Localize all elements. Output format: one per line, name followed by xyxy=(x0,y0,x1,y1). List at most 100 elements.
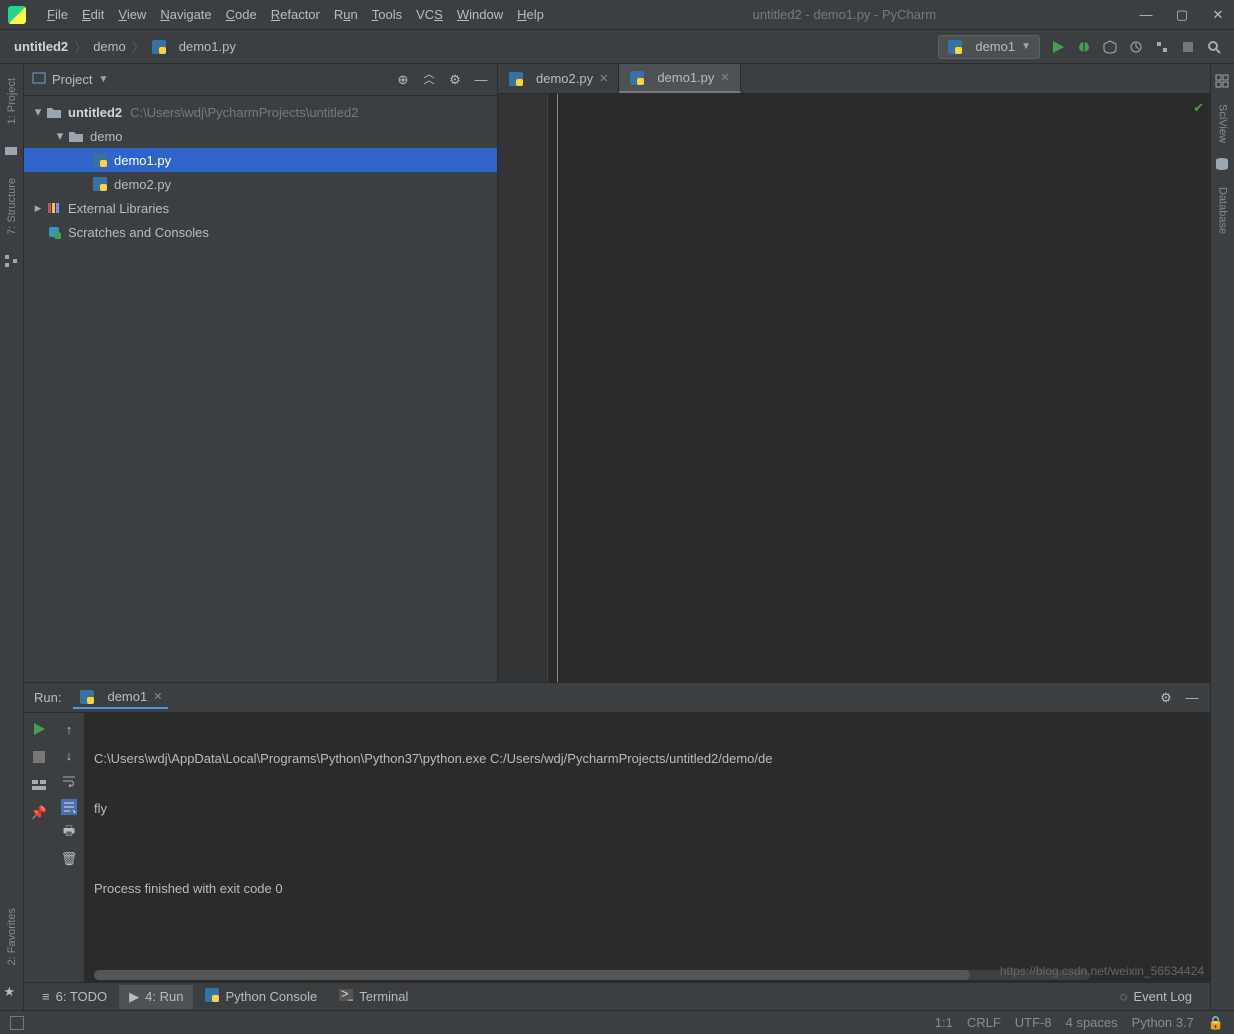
tree-scratches[interactable]: Scratches and Consoles xyxy=(24,220,497,244)
structure-tool-tab[interactable]: 7: Structure xyxy=(6,174,18,239)
lock-icon[interactable]: 🔒 xyxy=(1208,1015,1224,1031)
horizontal-scrollbar[interactable] xyxy=(94,970,1090,980)
minimize-button[interactable]: ― xyxy=(1138,7,1154,23)
tree-file-demo1[interactable]: demo1.py xyxy=(24,148,497,172)
search-everywhere-button[interactable] xyxy=(1206,39,1222,55)
profile-button[interactable] xyxy=(1128,39,1144,55)
gear-icon[interactable]: ⚙ xyxy=(1158,690,1174,706)
grid-icon[interactable] xyxy=(1215,74,1231,90)
project-view-icon xyxy=(32,71,46,88)
menu-view[interactable]: View xyxy=(111,3,153,26)
project-tool-window: Project ▼ ⊕ ⚙ ― ▾ untitled2 xyxy=(24,64,498,682)
breadcrumb-root[interactable]: untitled2 xyxy=(14,39,68,54)
print-icon[interactable]: 🖶 xyxy=(61,825,77,841)
chevron-right-icon: 〉 xyxy=(74,37,87,56)
breadcrumb-file[interactable]: demo1.py xyxy=(179,39,236,54)
layout-icon[interactable] xyxy=(31,777,47,793)
project-tool-tab[interactable]: 1: Project xyxy=(6,74,18,128)
down-arrow-icon[interactable]: ↓ xyxy=(61,747,77,763)
stop-button[interactable] xyxy=(31,749,47,765)
close-tab-icon[interactable]: ✕ xyxy=(153,690,162,703)
dropdown-arrow-icon[interactable]: ▼ xyxy=(98,74,108,85)
run-button[interactable] xyxy=(1050,39,1066,55)
run-output[interactable]: C:\Users\wdj\AppData\Local\Programs\Pyth… xyxy=(84,713,1210,982)
terminal-tab[interactable]: >_ Terminal xyxy=(329,985,418,1008)
editor-body[interactable]: ✔ xyxy=(498,94,1210,682)
left-tool-gutter: 1: Project 7: Structure 2: Favorites ★ xyxy=(0,64,24,1010)
expand-arrow-icon[interactable]: ▾ xyxy=(30,104,46,120)
expand-arrow-icon[interactable]: ▸ xyxy=(30,200,46,216)
trash-icon[interactable]: 🗑 xyxy=(61,851,77,867)
database-icon[interactable] xyxy=(1215,157,1231,173)
todo-tab[interactable]: ≡ 6: TODO xyxy=(32,985,117,1008)
run-tab[interactable]: ▶ 4: Run xyxy=(119,985,193,1009)
run-session-tab[interactable]: demo1 ✕ xyxy=(73,687,168,709)
tab-label: demo1.py xyxy=(657,70,714,85)
menu-vcs[interactable]: VCS xyxy=(409,3,450,26)
menu-code[interactable]: Code xyxy=(219,3,264,26)
libraries-icon xyxy=(46,200,62,216)
close-button[interactable]: ✕ xyxy=(1210,7,1226,23)
menu-refactor[interactable]: Refactor xyxy=(264,3,327,26)
scratches-icon xyxy=(46,224,62,240)
breadcrumb-folder[interactable]: demo xyxy=(93,39,126,54)
folder-icon xyxy=(46,104,62,120)
title-bar: File Edit View Navigate Code Refactor Ru… xyxy=(0,0,1234,30)
file-encoding[interactable]: UTF-8 xyxy=(1015,1015,1052,1031)
gear-icon[interactable]: ⚙ xyxy=(447,72,463,88)
tree-root[interactable]: ▾ untitled2 C:\Users\wdj\PycharmProjects… xyxy=(24,100,497,124)
collapse-all-icon[interactable] xyxy=(421,72,437,88)
python-file-icon xyxy=(947,39,963,55)
terminal-icon: >_ xyxy=(339,989,353,1004)
debug-button[interactable] xyxy=(1076,39,1092,55)
menu-window[interactable]: Window xyxy=(450,3,510,26)
project-panel-title[interactable]: Project xyxy=(52,72,92,87)
hide-panel-icon[interactable]: ― xyxy=(473,72,489,88)
right-tool-gutter: SciView Database xyxy=(1210,64,1234,1010)
close-tab-icon[interactable]: ✕ xyxy=(720,71,729,84)
tree-file-demo2[interactable]: demo2.py xyxy=(24,172,497,196)
tree-external-libraries[interactable]: ▸ External Libraries xyxy=(24,196,497,220)
scrollbar-thumb[interactable] xyxy=(94,970,970,980)
rerun-button[interactable] xyxy=(31,721,47,737)
menu-tools[interactable]: Tools xyxy=(365,3,409,26)
maximize-button[interactable]: ▢ xyxy=(1174,7,1190,23)
python-interpreter[interactable]: Python 3.7 xyxy=(1132,1015,1194,1031)
menu-edit[interactable]: Edit xyxy=(75,3,111,26)
close-tab-icon[interactable]: ✕ xyxy=(599,72,608,85)
sciview-tool-tab[interactable]: SciView xyxy=(1217,100,1229,147)
caret-position[interactable]: 1:1 xyxy=(935,1015,953,1031)
concurrency-button[interactable] xyxy=(1154,39,1170,55)
python-console-tab[interactable]: Python Console xyxy=(195,984,327,1009)
pin-icon[interactable]: 📌 xyxy=(31,805,47,821)
editor-tab-demo2[interactable]: demo2.py ✕ xyxy=(498,64,619,93)
stop-button[interactable] xyxy=(1180,39,1196,55)
menu-file[interactable]: File xyxy=(40,3,75,26)
favorites-tool-tab[interactable]: 2: Favorites xyxy=(6,904,18,969)
run-tab-label: demo1 xyxy=(107,689,147,704)
event-log-tab[interactable]: ◌ Event Log xyxy=(1110,985,1202,1008)
up-arrow-icon[interactable]: ↑ xyxy=(61,721,77,737)
soft-wrap-icon[interactable] xyxy=(61,773,77,789)
indent-setting[interactable]: 4 spaces xyxy=(1066,1015,1118,1031)
menu-navigate[interactable]: Navigate xyxy=(153,3,218,26)
hide-panel-icon[interactable]: ― xyxy=(1184,690,1200,706)
run-configuration-selector[interactable]: demo1 ▼ xyxy=(938,35,1040,59)
menu-run[interactable]: Run xyxy=(327,3,365,26)
line-separator[interactable]: CRLF xyxy=(967,1015,1001,1031)
run-config-name: demo1 xyxy=(975,39,1015,54)
status-bar: 1:1 CRLF UTF-8 4 spaces Python 3.7 🔒 xyxy=(0,1010,1234,1034)
run-tool-window: Run: demo1 ✕ ⚙ ― 📌 ↑ xyxy=(24,682,1210,982)
coverage-button[interactable] xyxy=(1102,39,1118,55)
editor-tabs: demo2.py ✕ demo1.py ✕ xyxy=(498,64,1210,94)
database-tool-tab[interactable]: Database xyxy=(1217,183,1229,238)
menu-help[interactable]: Help xyxy=(510,3,551,26)
locate-icon[interactable]: ⊕ xyxy=(395,72,411,88)
tool-window-toggle-icon[interactable] xyxy=(10,1016,24,1030)
inspection-ok-icon[interactable]: ✔ xyxy=(1193,100,1204,116)
tree-folder-demo[interactable]: ▾ demo xyxy=(24,124,497,148)
root-name: untitled2 xyxy=(68,105,122,120)
editor-tab-demo1[interactable]: demo1.py ✕ xyxy=(619,64,740,93)
scroll-to-end-icon[interactable] xyxy=(61,799,77,815)
expand-arrow-icon[interactable]: ▾ xyxy=(52,128,68,144)
